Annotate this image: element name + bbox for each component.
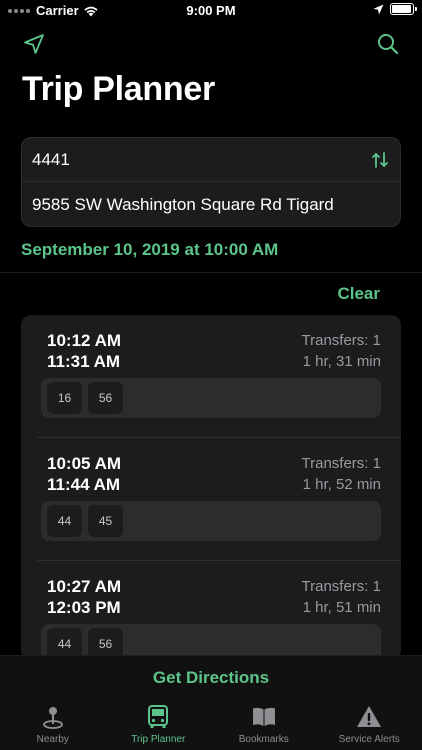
trip-info: Transfers: 1 1 hr, 52 min: [302, 453, 381, 495]
status-bar: Carrier 9:00 PM: [0, 0, 422, 22]
status-time: 9:00 PM: [186, 3, 236, 18]
trip-results-list: 10:12 AM 11:31 AM Transfers: 1 1 hr, 31 …: [21, 315, 401, 660]
status-right: [373, 3, 417, 15]
depart-time: 10:27 AM: [47, 577, 122, 596]
tab-label: Service Alerts: [338, 734, 400, 745]
trip-routes: 16 56: [41, 378, 381, 418]
trip-times: 10:12 AM 11:31 AM: [47, 330, 121, 372]
transfers-label: Transfers:: [301, 578, 369, 595]
book-icon: [252, 707, 275, 727]
trip-info: Transfers: 1 1 hr, 51 min: [302, 576, 381, 618]
route-badge: 45: [88, 505, 123, 537]
trip-info: Transfers: 1 1 hr, 31 min: [302, 330, 381, 372]
battery-icon: [390, 3, 417, 15]
trip-duration: 1 hr, 52 min: [302, 476, 381, 493]
tab-trip-planner[interactable]: Trip Planner: [106, 704, 212, 750]
transfers-count: 1: [372, 332, 381, 349]
location-icon[interactable]: [22, 32, 46, 56]
trip-times: 10:05 AM 11:44 AM: [47, 453, 121, 495]
page-title: Trip Planner: [22, 70, 215, 108]
to-field[interactable]: 9585 SW Washington Square Rd Tigard: [22, 183, 400, 227]
route-badge: 56: [88, 382, 123, 414]
trip-times: 10:27 AM 12:03 PM: [47, 576, 121, 618]
battery-level: [392, 5, 411, 13]
tab-label: Trip Planner: [131, 734, 186, 745]
tab-service-alerts[interactable]: Service Alerts: [317, 704, 422, 750]
date-selector[interactable]: September 10, 2019 at 10:00 AM: [21, 240, 278, 260]
trip-duration: 1 hr, 51 min: [302, 599, 381, 616]
trip-planner-screen: Carrier 9:00 PM Trip Planner 4441 9585 S…: [0, 0, 422, 750]
get-directions-button[interactable]: Get Directions: [0, 668, 422, 688]
tab-bookmarks[interactable]: Bookmarks: [211, 704, 317, 750]
arrive-time: 11:31 AM: [47, 352, 121, 371]
trip-item[interactable]: 10:12 AM 11:31 AM Transfers: 1 1 hr, 31 …: [21, 315, 401, 438]
bus-icon: [148, 705, 169, 728]
trip-routes: 44 45: [41, 501, 381, 541]
tab-bar: Nearby Trip Planner Bookmarks Service Al…: [0, 704, 422, 750]
swap-icon[interactable]: [370, 150, 390, 170]
trip-item[interactable]: 10:27 AM 12:03 PM Transfers: 1 1 hr, 51 …: [21, 561, 401, 660]
divider: [0, 272, 422, 273]
route-badge: 16: [47, 382, 82, 414]
transfers-label: Transfers:: [301, 332, 369, 349]
clear-button[interactable]: Clear: [337, 284, 380, 304]
trip-duration: 1 hr, 31 min: [302, 353, 381, 370]
transfers-count: 1: [372, 455, 381, 472]
transfers-label: Transfers:: [301, 455, 369, 472]
route-fields: 4441 9585 SW Washington Square Rd Tigard: [21, 137, 401, 227]
search-icon[interactable]: [376, 32, 400, 56]
warning-icon: [357, 706, 382, 727]
bottom-panel: Get Directions Nearby Trip Planner Bookm…: [0, 655, 422, 750]
from-field[interactable]: 4441: [22, 138, 400, 182]
arrive-time: 11:44 AM: [47, 475, 121, 494]
map-pin-icon: [42, 707, 63, 729]
arrive-time: 12:03 PM: [47, 598, 121, 617]
depart-time: 10:12 AM: [47, 331, 122, 350]
tab-label: Nearby: [36, 734, 69, 745]
location-arrow-icon: [373, 4, 384, 14]
route-badge: 44: [47, 505, 82, 537]
trip-item[interactable]: 10:05 AM 11:44 AM Transfers: 1 1 hr, 52 …: [21, 438, 401, 561]
depart-time: 10:05 AM: [47, 454, 122, 473]
tab-nearby[interactable]: Nearby: [0, 704, 106, 750]
tab-label: Bookmarks: [238, 734, 289, 745]
transfers-count: 1: [372, 578, 381, 595]
